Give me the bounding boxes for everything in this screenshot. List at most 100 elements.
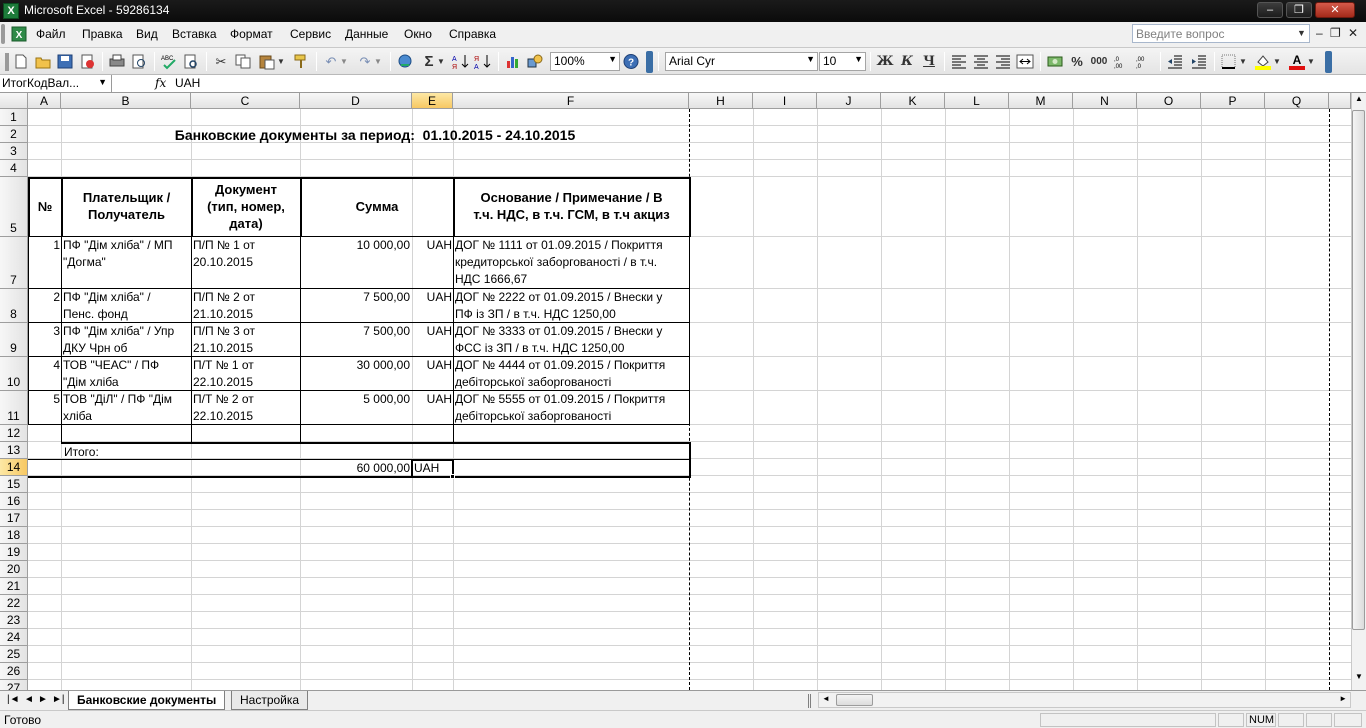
row-header[interactable]: 4 <box>0 160 28 177</box>
row-header[interactable]: 21 <box>0 578 28 595</box>
row-header-selected[interactable]: 14 <box>0 459 28 476</box>
excel-app-icon[interactable]: X <box>3 3 19 19</box>
cut-icon[interactable]: ✂ <box>212 53 230 70</box>
mdi-restore-button[interactable]: ❐ <box>1330 26 1341 40</box>
select-all-corner[interactable] <box>0 93 28 109</box>
column-header[interactable]: M <box>1009 93 1073 109</box>
basis-cell[interactable]: ДОГ № 1111 от 01.09.2015 / Покриття кред… <box>455 237 689 289</box>
fill-handle[interactable] <box>450 474 455 479</box>
menu-data[interactable]: Данные <box>345 27 388 41</box>
row-header[interactable]: 24 <box>0 629 28 646</box>
last-sheet-icon[interactable]: ►| <box>52 694 65 705</box>
row-header[interactable]: 15 <box>0 476 28 493</box>
align-left-icon[interactable] <box>950 53 968 70</box>
worksheet-grid[interactable]: A B C D E F H I J K L M N O P Q 12345789… <box>0 93 1351 690</box>
active-cell-cursor[interactable] <box>411 459 454 478</box>
menu-help[interactable]: Справка <box>449 27 496 41</box>
chevron-down-icon[interactable]: ▼ <box>1297 28 1306 38</box>
column-header[interactable]: O <box>1137 93 1201 109</box>
row-header[interactable]: 19 <box>0 544 28 561</box>
increase-decimal-icon[interactable]: ,0,00 <box>1112 53 1130 70</box>
row-header[interactable]: 12 <box>0 425 28 442</box>
hyperlink-icon[interactable] <box>396 53 414 70</box>
prev-sheet-icon[interactable]: ◄ <box>24 694 34 705</box>
toolbar-grip[interactable] <box>5 53 9 71</box>
print-preview-icon[interactable] <box>130 53 148 70</box>
column-header[interactable]: B <box>61 93 191 109</box>
italic-button[interactable]: К <box>898 53 916 70</box>
currency-cell[interactable]: UAH <box>413 391 452 425</box>
percent-button[interactable]: % <box>1068 53 1086 70</box>
underline-button[interactable]: Ч <box>920 53 938 70</box>
chart-wizard-icon[interactable] <box>504 53 522 70</box>
menu-window[interactable]: Окно <box>404 27 432 41</box>
chevron-down-icon[interactable]: ▼ <box>277 53 285 70</box>
document-cell[interactable]: П/П № 2 от 21.10.2015 <box>193 289 300 323</box>
chevron-down-icon[interactable]: ▼ <box>854 54 863 64</box>
row-num-cell[interactable]: 4 <box>29 357 60 391</box>
chevron-down-icon[interactable]: ▼ <box>437 53 445 70</box>
new-icon[interactable] <box>12 53 30 70</box>
sum-cell[interactable]: 30 000,00 <box>301 357 410 391</box>
row-header[interactable]: 16 <box>0 493 28 510</box>
zoom-select[interactable]: 100% ▼ <box>550 52 620 71</box>
chevron-down-icon[interactable]: ▼ <box>1273 53 1281 70</box>
format-painter-icon[interactable] <box>292 53 310 70</box>
font-color-icon[interactable]: A <box>1288 53 1306 70</box>
menu-format[interactable]: Формат <box>230 27 273 41</box>
bold-button[interactable]: Ж <box>876 53 894 70</box>
menu-view[interactable]: Вид <box>136 27 158 41</box>
row-header[interactable]: 1 <box>0 109 28 126</box>
row-header[interactable]: 20 <box>0 561 28 578</box>
menu-insert[interactable]: Вставка <box>172 27 217 41</box>
spelling-icon[interactable]: ABC <box>160 53 178 70</box>
scroll-down-icon[interactable]: ▼ <box>1353 672 1365 686</box>
row-header[interactable]: 26 <box>0 663 28 680</box>
merge-center-icon[interactable] <box>1016 53 1034 70</box>
tab-split-handle[interactable] <box>808 694 811 708</box>
scroll-left-icon[interactable]: ◄ <box>822 694 830 703</box>
sum-cell[interactable]: 7 500,00 <box>301 289 410 323</box>
column-header[interactable]: N <box>1073 93 1137 109</box>
thousands-button[interactable]: 000 <box>1090 53 1108 70</box>
copy-icon[interactable] <box>234 53 252 70</box>
restore-button[interactable]: ❐ <box>1286 2 1312 18</box>
increase-indent-icon[interactable] <box>1190 53 1208 70</box>
column-header-selected[interactable]: E <box>412 93 453 109</box>
drawing-icon[interactable] <box>526 53 544 70</box>
basis-cell[interactable]: ДОГ № 4444 от 01.09.2015 / Покриття дебі… <box>455 357 689 391</box>
row-header[interactable]: 23 <box>0 612 28 629</box>
column-header[interactable]: P <box>1201 93 1265 109</box>
column-header[interactable]: K <box>881 93 945 109</box>
fill-color-icon[interactable] <box>1254 53 1272 70</box>
row-header[interactable]: 3 <box>0 143 28 160</box>
paste-icon[interactable] <box>258 53 276 70</box>
undo-icon[interactable]: ↶ <box>322 53 340 70</box>
sum-cell[interactable]: 5 000,00 <box>301 391 410 425</box>
row-header[interactable]: 22 <box>0 595 28 612</box>
row-header[interactable]: 5 <box>0 177 28 237</box>
currency-icon[interactable] <box>1046 53 1064 70</box>
name-box[interactable]: ИтогКодВал... ▼ <box>0 75 112 92</box>
chevron-down-icon[interactable]: ▼ <box>806 54 815 64</box>
redo-icon[interactable]: ↷ <box>356 53 374 70</box>
row-header[interactable]: 13 <box>0 442 28 459</box>
payer-cell[interactable]: ТОВ "ЧЕАС" / ПФ "Дім хліба <box>63 357 191 391</box>
payer-cell[interactable]: ПФ "Дім хліба" / МП "Догма" <box>63 237 191 289</box>
row-num-cell[interactable]: 3 <box>29 323 60 357</box>
sum-cell[interactable]: 10 000,00 <box>301 237 410 289</box>
payer-cell[interactable]: ТОВ "ДіЛ" / ПФ "Дім хліба <box>63 391 191 425</box>
currency-cell[interactable]: UAH <box>413 323 452 357</box>
font-name-select[interactable]: Arial Cyr ▼ <box>665 52 818 71</box>
excel-doc-icon[interactable]: X <box>11 26 27 42</box>
sum-cell[interactable]: 7 500,00 <box>301 323 410 357</box>
save-icon[interactable] <box>56 53 74 70</box>
document-cell[interactable]: П/Т № 2 от 22.10.2015 <box>193 391 300 425</box>
column-header[interactable]: F <box>453 93 689 109</box>
column-header[interactable]: C <box>191 93 300 109</box>
font-size-select[interactable]: 10 ▼ <box>819 52 866 71</box>
menu-file[interactable]: Файл <box>36 27 66 41</box>
chevron-down-icon[interactable]: ▼ <box>374 53 382 70</box>
toolbar-options-grip[interactable] <box>1325 51 1332 73</box>
basis-cell[interactable]: ДОГ № 2222 от 01.09.2015 / Внески у ПФ і… <box>455 289 689 323</box>
